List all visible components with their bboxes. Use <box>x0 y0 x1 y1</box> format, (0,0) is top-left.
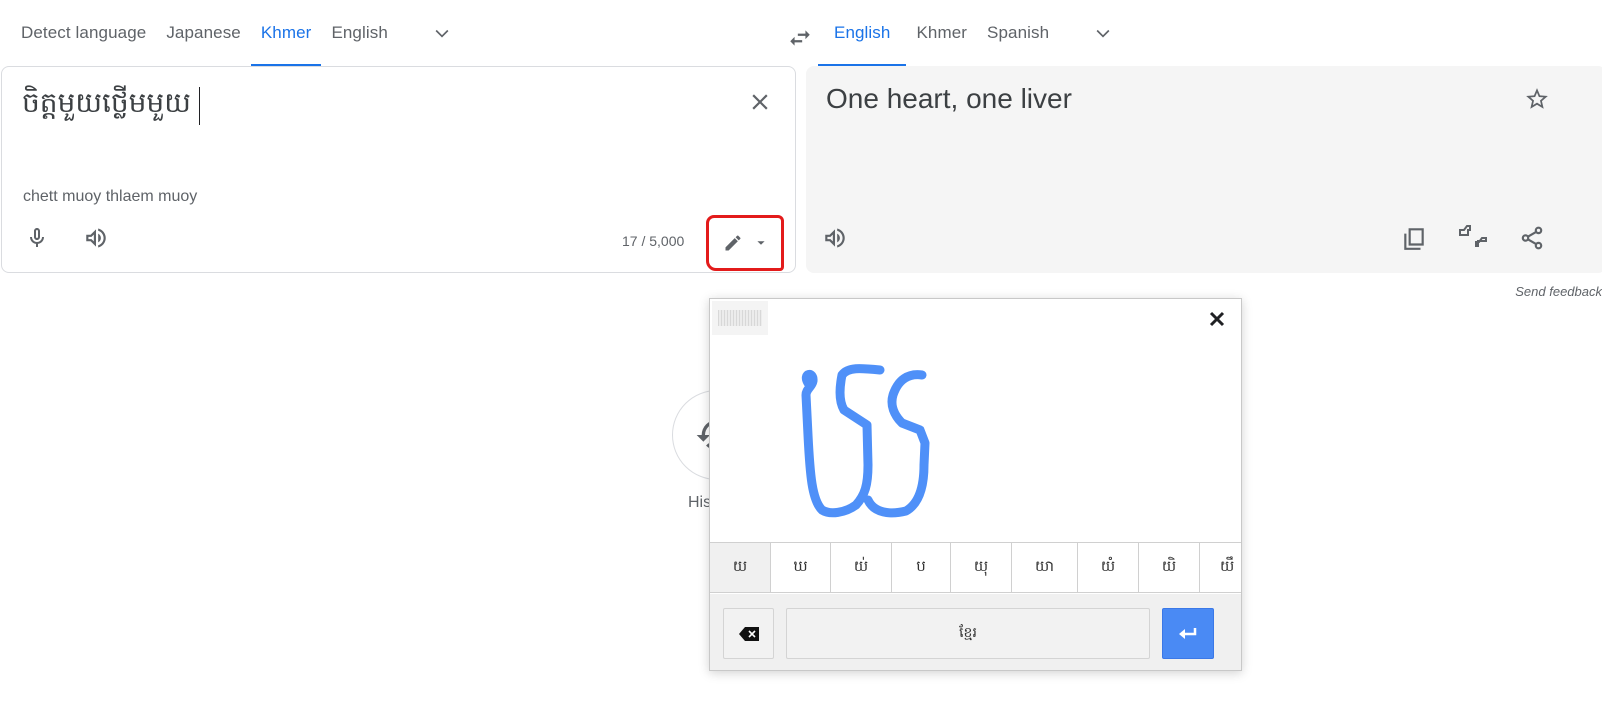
speaker-icon <box>86 228 106 248</box>
enter-button[interactable] <box>1162 608 1214 659</box>
rate-translation-button[interactable] <box>1458 223 1488 253</box>
translation-text: One heart, one liver <box>826 83 1072 114</box>
drag-handle-icon <box>718 310 762 326</box>
chevron-down-icon <box>435 29 449 38</box>
send-feedback-link[interactable]: Send feedback <box>1515 284 1602 299</box>
microphone-icon <box>30 228 44 247</box>
candidate-item[interactable]: យឹ <box>1200 543 1241 592</box>
copy-icon <box>1404 228 1424 250</box>
swap-languages-button[interactable] <box>782 20 818 56</box>
thumbs-rate-icon <box>1459 225 1487 247</box>
source-text: ចិត្តមួយថ្លើមមួយ <box>22 86 191 119</box>
candidate-item[interactable]: យ់ <box>831 543 892 592</box>
dropdown-arrow-icon <box>757 241 765 245</box>
space-button-label: ខ្មែរ <box>959 625 977 641</box>
source-tab-khmer[interactable]: Khmer <box>250 0 322 66</box>
voice-input-button[interactable] <box>22 223 52 253</box>
target-tab-english[interactable]: English <box>818 0 907 66</box>
close-icon <box>752 94 768 110</box>
star-icon <box>1526 88 1548 109</box>
candidate-item[interactable]: ប <box>892 543 951 592</box>
handwriting-controls: ខ្មែរ <box>710 594 1241 670</box>
target-language-bar: English Khmer Spanish <box>818 0 1127 66</box>
speaker-icon <box>825 228 845 248</box>
target-tab-khmer[interactable]: Khmer <box>906 0 977 66</box>
candidate-item[interactable]: ឃ <box>771 543 831 592</box>
character-count: 17 / 5,000 <box>622 233 685 249</box>
space-button[interactable]: ខ្មែរ <box>786 608 1150 659</box>
save-translation-button[interactable] <box>1522 84 1552 114</box>
backspace-button[interactable] <box>723 608 774 659</box>
source-tab-detect-language[interactable]: Detect language <box>0 0 156 66</box>
pencil-icon <box>725 235 741 251</box>
backspace-icon <box>738 626 759 641</box>
swap-arrows-icon <box>790 30 810 46</box>
handwriting-stroke <box>801 364 885 518</box>
source-tab-english[interactable]: English <box>321 0 397 66</box>
chevron-down-icon <box>1096 29 1110 38</box>
source-more-languages-button[interactable] <box>418 0 466 66</box>
candidate-item[interactable]: យិ <box>1139 543 1200 592</box>
listen-translation-button[interactable] <box>820 223 850 253</box>
candidate-item[interactable]: យ <box>710 543 771 592</box>
source-language-bar: Detect language Japanese Khmer English <box>0 0 466 66</box>
handwriting-input-panel: យ ឃ យ់ ប យុ យា យំ យិ យឹ ខ្មែរ <box>709 298 1242 671</box>
source-text-panel: ចិត្តមួយថ្លើមមួយ chett muoy thlaem muoy … <box>1 66 796 273</box>
share-icon <box>1521 226 1543 250</box>
candidate-bar: យ ឃ យ់ ប យុ យា យំ យិ យឹ <box>710 542 1241 593</box>
drag-handle[interactable] <box>712 301 768 335</box>
enter-icon <box>1179 627 1197 639</box>
handwriting-stroke <box>863 370 930 518</box>
handwriting-canvas[interactable] <box>710 335 1241 540</box>
translation-panel: One heart, one liver <box>806 66 1602 273</box>
candidate-item[interactable]: យុ <box>951 543 1012 592</box>
source-text-input[interactable]: ចិត្តមួយថ្លើមមួយ <box>22 85 201 126</box>
copy-translation-button[interactable] <box>1399 223 1429 253</box>
target-tab-spanish[interactable]: Spanish <box>977 0 1059 66</box>
close-handwriting-button[interactable] <box>1205 307 1229 331</box>
source-tab-japanese[interactable]: Japanese <box>156 0 251 66</box>
share-translation-button[interactable] <box>1517 223 1547 253</box>
candidate-item[interactable]: យំ <box>1078 543 1139 592</box>
listen-source-button[interactable] <box>81 223 111 253</box>
text-cursor <box>198 86 201 125</box>
handwriting-tool-button[interactable] <box>706 215 784 271</box>
candidate-item[interactable]: យា <box>1012 543 1078 592</box>
clear-source-button[interactable] <box>747 89 773 115</box>
close-icon <box>1209 311 1225 327</box>
target-more-languages-button[interactable] <box>1079 0 1127 66</box>
transliteration-text: chett muoy thlaem muoy <box>23 188 198 205</box>
